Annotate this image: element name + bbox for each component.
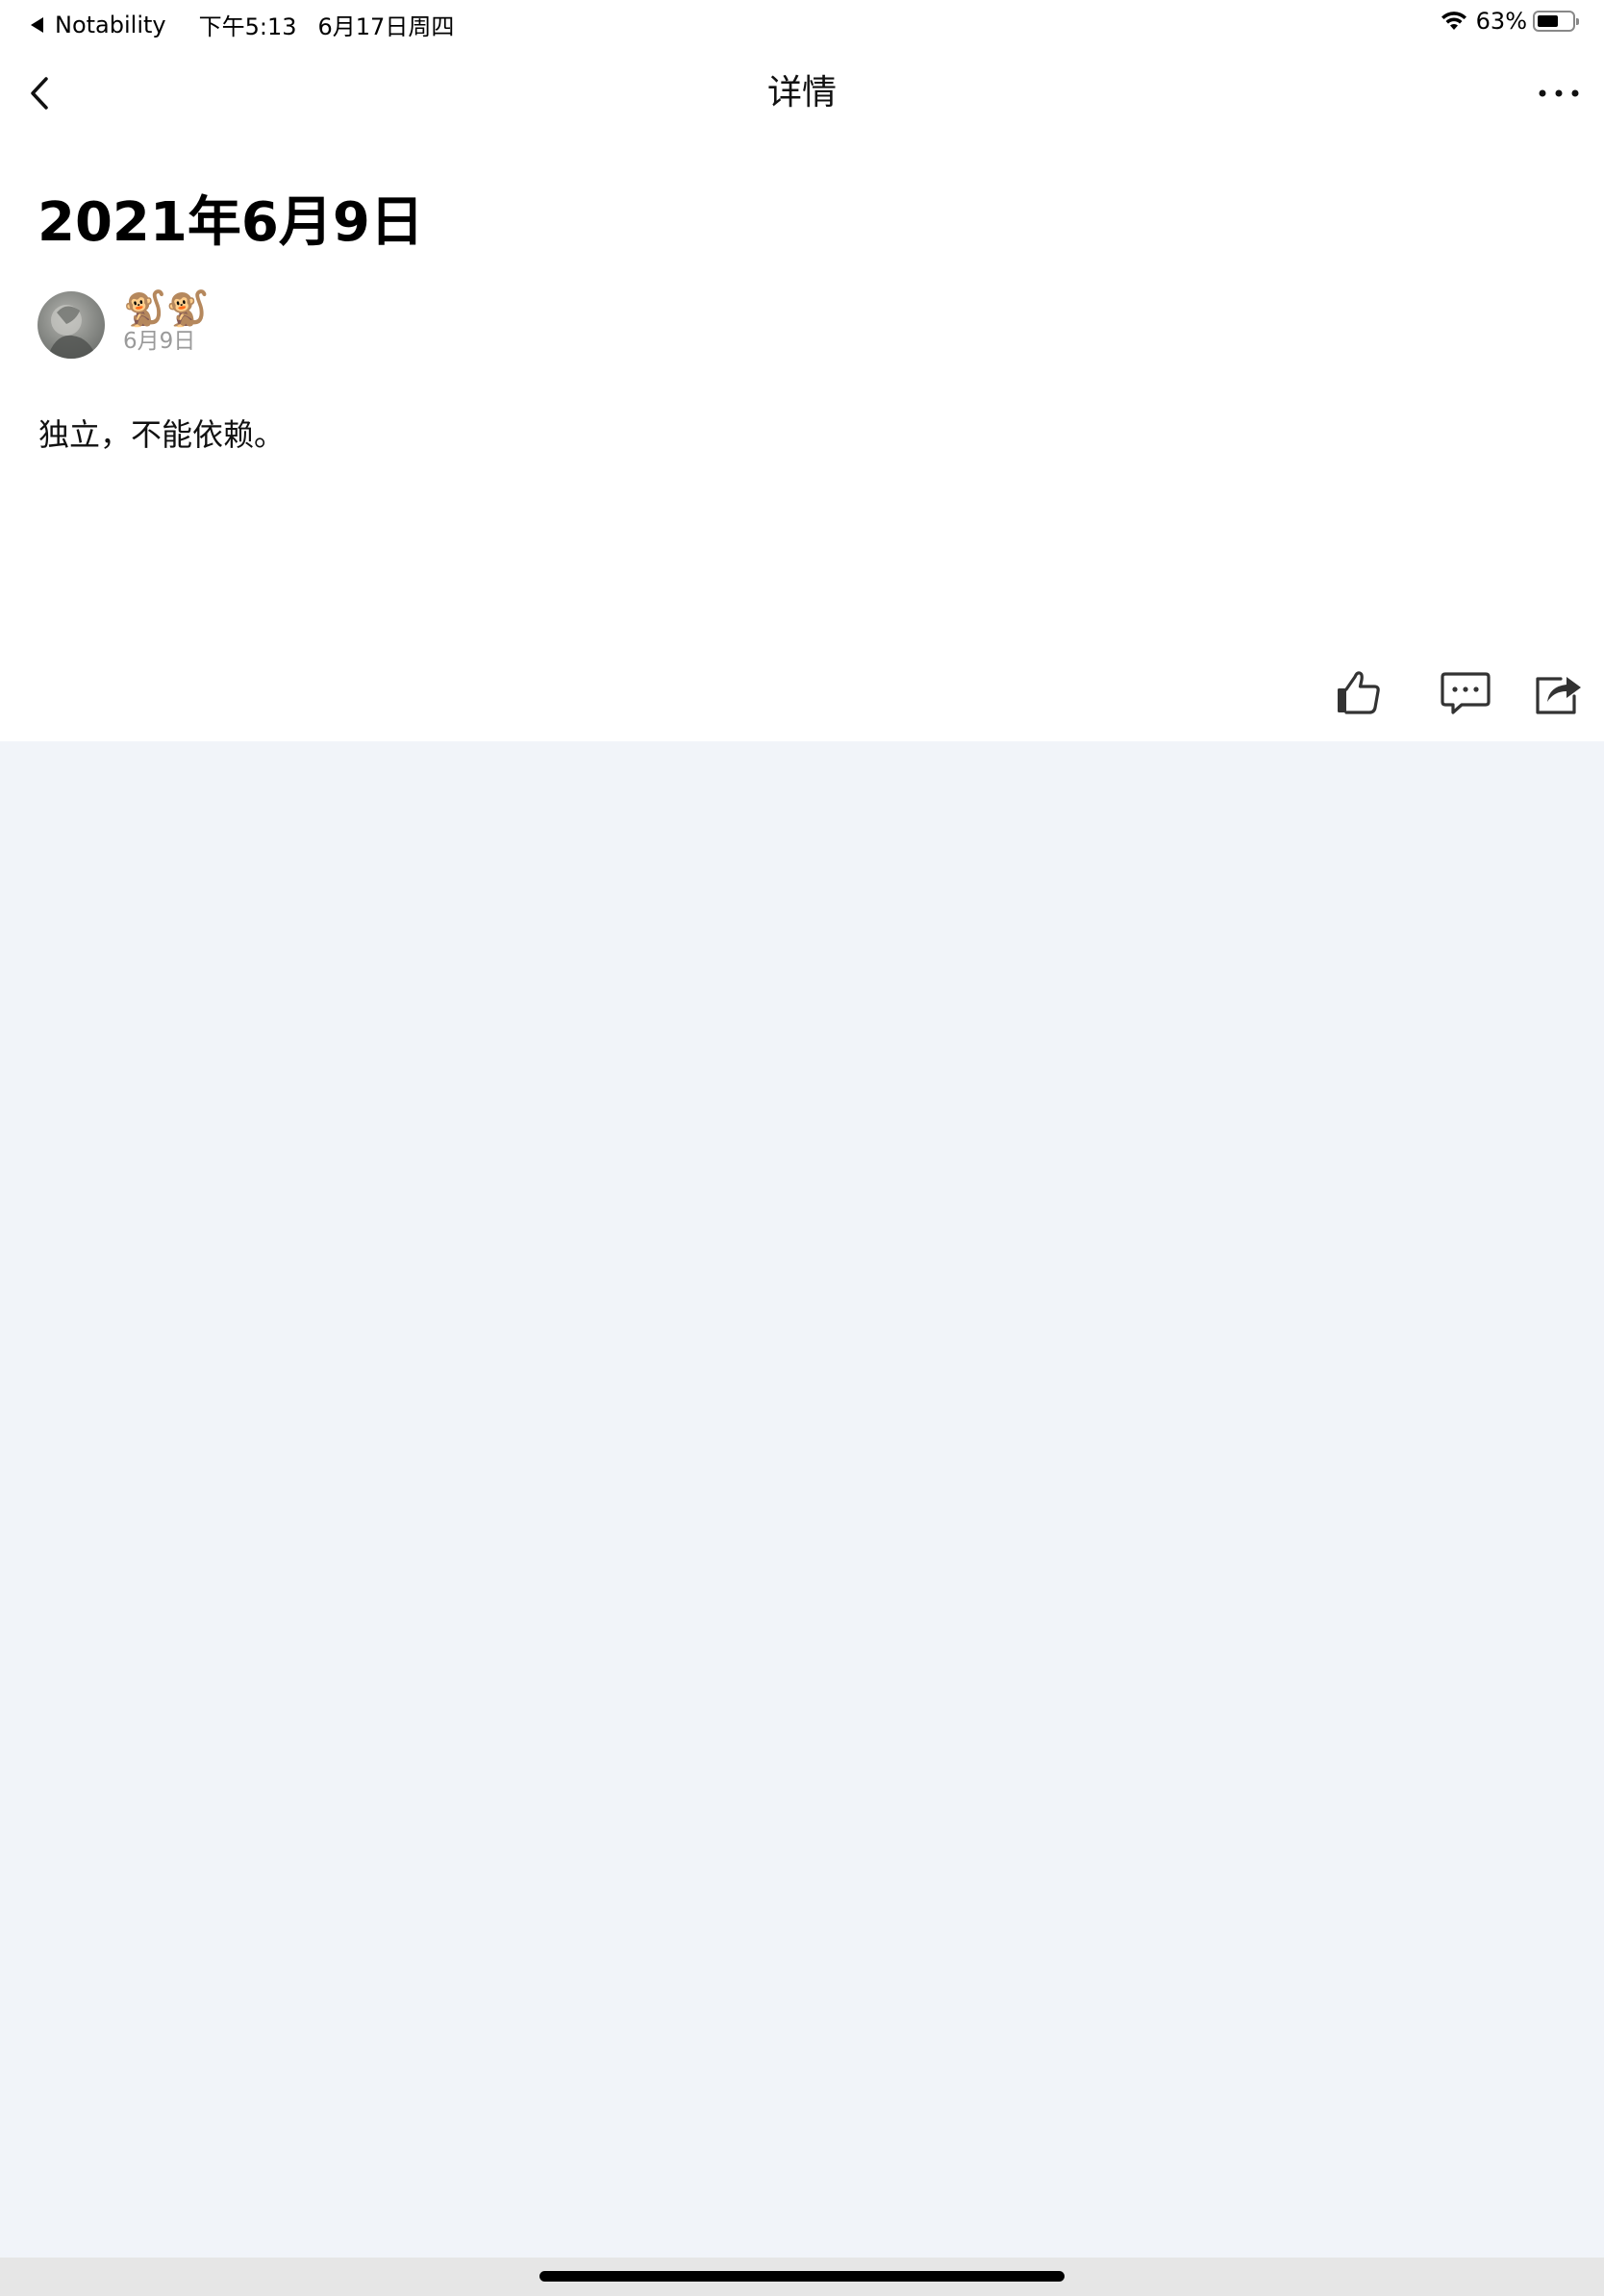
back-to-app-label[interactable]: Notability bbox=[55, 12, 166, 38]
home-indicator-area bbox=[0, 2258, 1604, 2296]
post-date: 6月9日 bbox=[123, 329, 196, 354]
home-indicator[interactable] bbox=[539, 2271, 1065, 2282]
battery-fill bbox=[1538, 15, 1558, 27]
back-button[interactable] bbox=[25, 71, 60, 115]
comment-button[interactable] bbox=[1439, 665, 1492, 719]
status-bar: Notability 下午5:13 6月17日周四 63% bbox=[0, 0, 1604, 44]
post-body: 独立，不能依赖。 bbox=[38, 416, 286, 453]
post-content-area bbox=[0, 0, 1604, 741]
status-time: 下午5:13 bbox=[198, 13, 297, 40]
avatar-image bbox=[47, 305, 97, 359]
thumbs-up-icon bbox=[1338, 671, 1380, 714]
battery-icon bbox=[1533, 11, 1579, 32]
avatar[interactable] bbox=[38, 291, 105, 359]
wifi-icon bbox=[1441, 12, 1466, 30]
share-button[interactable] bbox=[1532, 665, 1586, 719]
battery-tip bbox=[1576, 18, 1579, 25]
status-date: 6月17日周四 bbox=[317, 13, 455, 40]
post-title: 2021年6月9日 bbox=[38, 191, 424, 254]
author-name[interactable]: 🐒🐒 bbox=[123, 288, 210, 331]
status-left: Notability 下午5:13 6月17日周四 bbox=[31, 8, 454, 41]
status-right: 63% bbox=[1440, 8, 1579, 35]
comment-icon bbox=[1441, 672, 1491, 714]
more-button[interactable] bbox=[1535, 77, 1583, 110]
like-button[interactable] bbox=[1333, 665, 1387, 719]
back-to-app-icon[interactable] bbox=[31, 16, 43, 33]
more-horizontal-icon bbox=[1539, 89, 1579, 97]
share-icon bbox=[1536, 677, 1581, 714]
battery-percent: 63% bbox=[1475, 8, 1527, 35]
chevron-left-icon bbox=[31, 77, 48, 110]
